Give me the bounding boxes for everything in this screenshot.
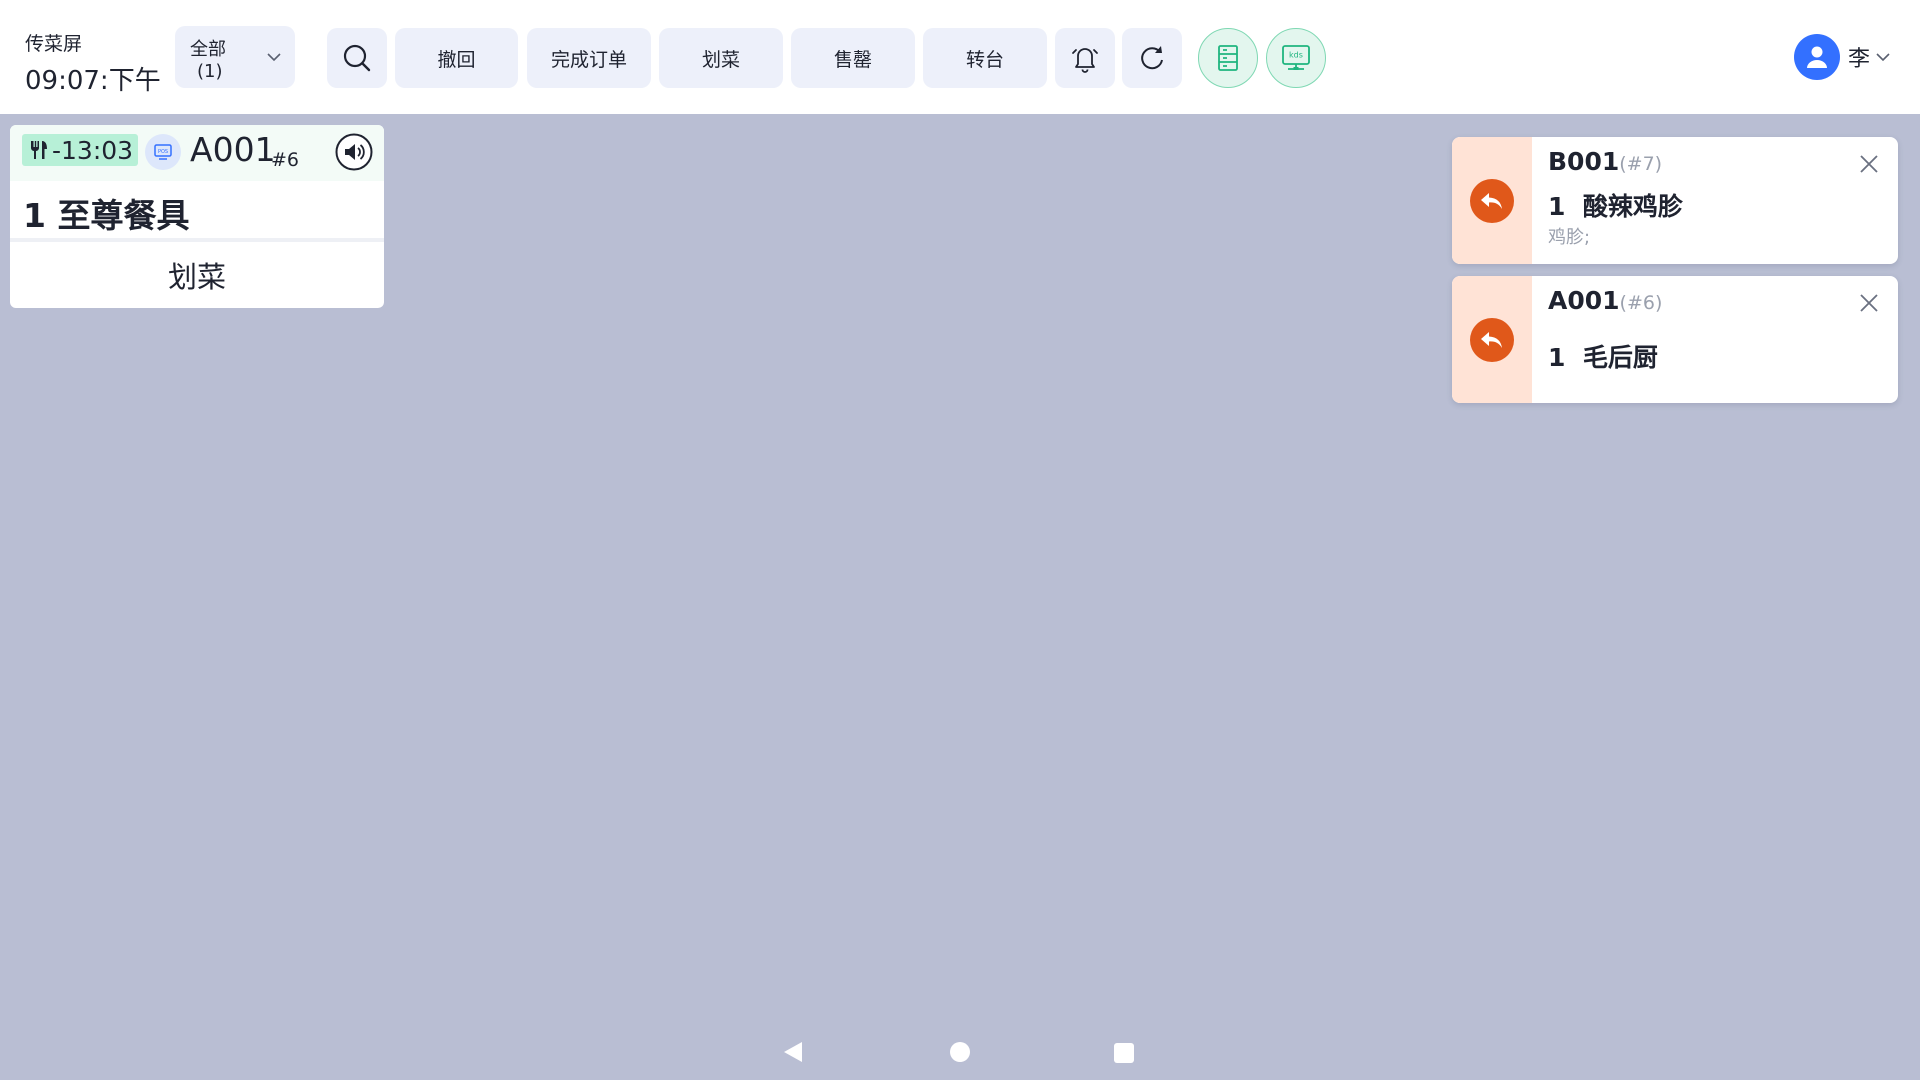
server-button[interactable] (1198, 28, 1258, 88)
search-icon (343, 44, 371, 72)
speaker-icon[interactable] (334, 132, 374, 172)
notification-button[interactable] (1055, 28, 1115, 88)
refresh-icon (1141, 46, 1163, 70)
top-bar: 传菜屏 09:07:下午 全部 (1) 撤回 完成订单 划菜 售罄 转台 kds… (0, 0, 1920, 114)
notification-table-number: A001 (1548, 286, 1620, 315)
recall-notification[interactable]: A001(#6) 1 毛后厨 (1452, 276, 1898, 403)
notification-dish: 1 酸辣鸡胗 (1548, 187, 1683, 223)
order-sequence: #6 (271, 149, 300, 171)
utensils-icon (31, 141, 47, 159)
user-name: 李 (1848, 47, 1871, 72)
complete-order-button[interactable]: 完成订单 (527, 28, 651, 88)
kds-button[interactable]: kds (1266, 28, 1326, 88)
order-table-number: A001 (190, 130, 276, 169)
bell-icon (1072, 48, 1098, 73)
notification-table: B001(#7) (1548, 147, 1662, 176)
filter-dropdown[interactable]: 全部 (1) (175, 26, 295, 88)
sold-out-button[interactable]: 售罄 (791, 28, 915, 88)
timer-value: -13:03 (52, 135, 134, 165)
svg-text:kds: kds (1289, 51, 1303, 60)
notification-dish: 1 毛后厨 (1548, 338, 1658, 374)
mark-dish-button[interactable]: 划菜 (659, 28, 783, 88)
filter-label: 全部 (190, 39, 226, 60)
nav-back-icon[interactable] (782, 1040, 806, 1064)
recall-notification[interactable]: B001(#7) 1 酸辣鸡胗 鸡胗; (1452, 137, 1898, 264)
mark-dish-action-button[interactable]: 划菜 (10, 242, 384, 308)
search-button[interactable] (327, 28, 387, 88)
notification-sequence: (#6) (1619, 292, 1663, 314)
clock: 09:07:下午 (25, 66, 161, 96)
notification-side (1452, 137, 1532, 264)
kds-monitor-icon: kds (1282, 45, 1310, 70)
nav-home-icon[interactable] (950, 1042, 970, 1062)
revoke-button[interactable]: 撤回 (395, 28, 518, 88)
nav-recent-apps-icon[interactable] (1114, 1043, 1134, 1063)
svg-text:POS: POS (158, 149, 168, 155)
order-card-header: -13:03 POS A001 #6 (10, 125, 384, 181)
app-title: 传菜屏 (25, 33, 83, 55)
elapsed-timer: -13:03 (22, 134, 139, 166)
order-item: 1 至尊餐具 (23, 196, 190, 235)
notification-table: A001(#6) (1548, 286, 1662, 315)
filter-count: (1) (197, 61, 223, 82)
notification-side (1452, 276, 1532, 403)
chevron-down-icon (1876, 53, 1890, 62)
chevron-down-icon (267, 53, 281, 62)
notification-qty: 1 (1548, 192, 1566, 221)
undo-arrow-icon (1470, 317, 1514, 362)
notification-dish-name: 酸辣鸡胗 (1582, 192, 1683, 221)
user-avatar-icon (1794, 34, 1840, 80)
order-card[interactable]: -13:03 POS A001 #6 1 至尊餐具 划菜 (10, 125, 384, 308)
notification-note: 鸡胗; (1548, 227, 1591, 248)
notification-qty: 1 (1548, 343, 1566, 372)
close-icon[interactable] (1858, 292, 1880, 314)
notification-sequence: (#7) (1619, 153, 1663, 175)
notification-dish-name: 毛后厨 (1582, 343, 1658, 372)
close-icon[interactable] (1858, 153, 1880, 175)
refresh-button[interactable] (1122, 28, 1182, 88)
pos-icon: POS (145, 134, 181, 170)
server-icon (1218, 45, 1238, 71)
notification-table-number: B001 (1548, 147, 1620, 176)
transfer-table-button[interactable]: 转台 (923, 28, 1047, 88)
user-menu[interactable]: 李 (1794, 34, 1892, 80)
undo-arrow-icon (1470, 178, 1514, 223)
